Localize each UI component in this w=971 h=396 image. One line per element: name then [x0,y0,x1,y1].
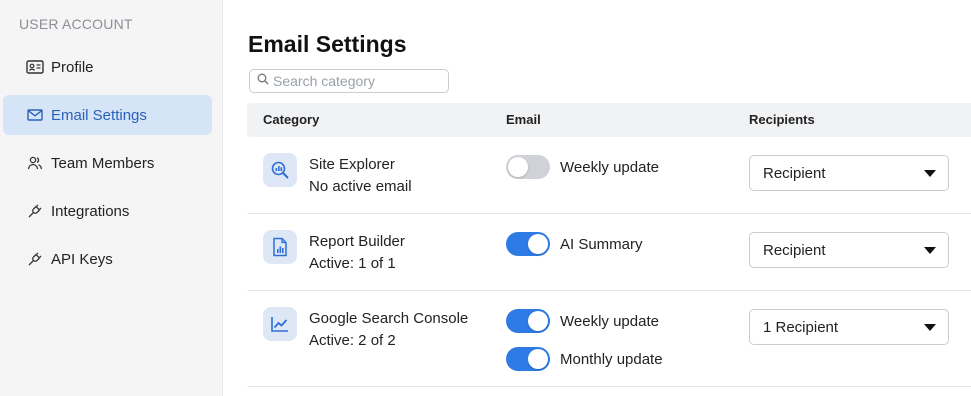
category-name: Google Search Console [309,310,469,327]
category-status: Active: 2 of 2 [309,332,396,349]
sidebar-item-profile[interactable]: Profile [3,47,212,87]
recipients-value: 1 Recipient [763,318,839,336]
sidebar-item-label: API Keys [51,250,113,268]
email-label: Weekly update [560,159,659,176]
recipients-select[interactable]: Recipient [749,155,949,191]
table-row: Report Builder Active: 1 of 1 AI Summary… [247,214,971,291]
email-label: AI Summary [560,236,643,253]
table-row: Site Explorer No active email Weekly upd… [247,137,971,214]
search-chart-icon [263,153,297,187]
recipients-value: Recipient [763,164,826,182]
toggle-knob [528,311,548,331]
email-label: Weekly update [560,313,659,330]
plug-icon [25,249,45,269]
column-header-email: Email [506,112,541,127]
recipients-select[interactable]: 1 Recipient [749,309,949,345]
table-row: Google Search Console Active: 2 of 2 Wee… [247,291,971,387]
column-header-recipients: Recipients [749,112,815,127]
email-label: Monthly update [560,351,663,368]
category-name: Site Explorer [309,156,395,173]
search-input[interactable] [273,73,443,89]
sidebar-item-email-settings[interactable]: Email Settings [3,95,212,135]
recipients-select[interactable]: Recipient [749,232,949,268]
users-icon [25,153,45,173]
main-content: Email Settings Category Email Recipients… [224,0,971,396]
recipients-value: Recipient [763,241,826,259]
search-box[interactable] [249,69,449,93]
sidebar-item-label: Email Settings [51,106,147,124]
email-toggle[interactable] [506,232,550,256]
report-icon [263,230,297,264]
category-name: Report Builder [309,233,405,250]
sidebar-item-label: Team Members [51,154,155,172]
sidebar-item-api-keys[interactable]: API Keys [3,239,212,279]
toggle-knob [528,349,548,369]
id-card-icon [25,57,45,77]
category-status: No active email [309,178,412,195]
toggle-knob [508,157,528,177]
toggle-knob [528,234,548,254]
sidebar-item-team-members[interactable]: Team Members [3,143,212,183]
category-status: Active: 1 of 1 [309,255,396,272]
sidebar-item-label: Profile [51,58,94,76]
chevron-down-icon [924,170,936,177]
chevron-down-icon [924,324,936,331]
mail-icon [25,105,45,125]
sidebar: USER ACCOUNT Profile Email Settings Team… [0,0,223,396]
sidebar-heading: USER ACCOUNT [19,16,133,32]
page-title: Email Settings [248,31,407,57]
email-toggle[interactable] [506,155,550,179]
column-header-category: Category [263,112,320,127]
sidebar-item-integrations[interactable]: Integrations [3,191,212,231]
email-toggle[interactable] [506,347,550,371]
sidebar-item-label: Integrations [51,202,130,220]
line-chart-icon [263,307,297,341]
email-toggle[interactable] [506,309,550,333]
search-icon [257,72,269,90]
plug-icon [25,201,45,221]
chevron-down-icon [924,247,936,254]
table-header: Category Email Recipients [247,103,971,137]
